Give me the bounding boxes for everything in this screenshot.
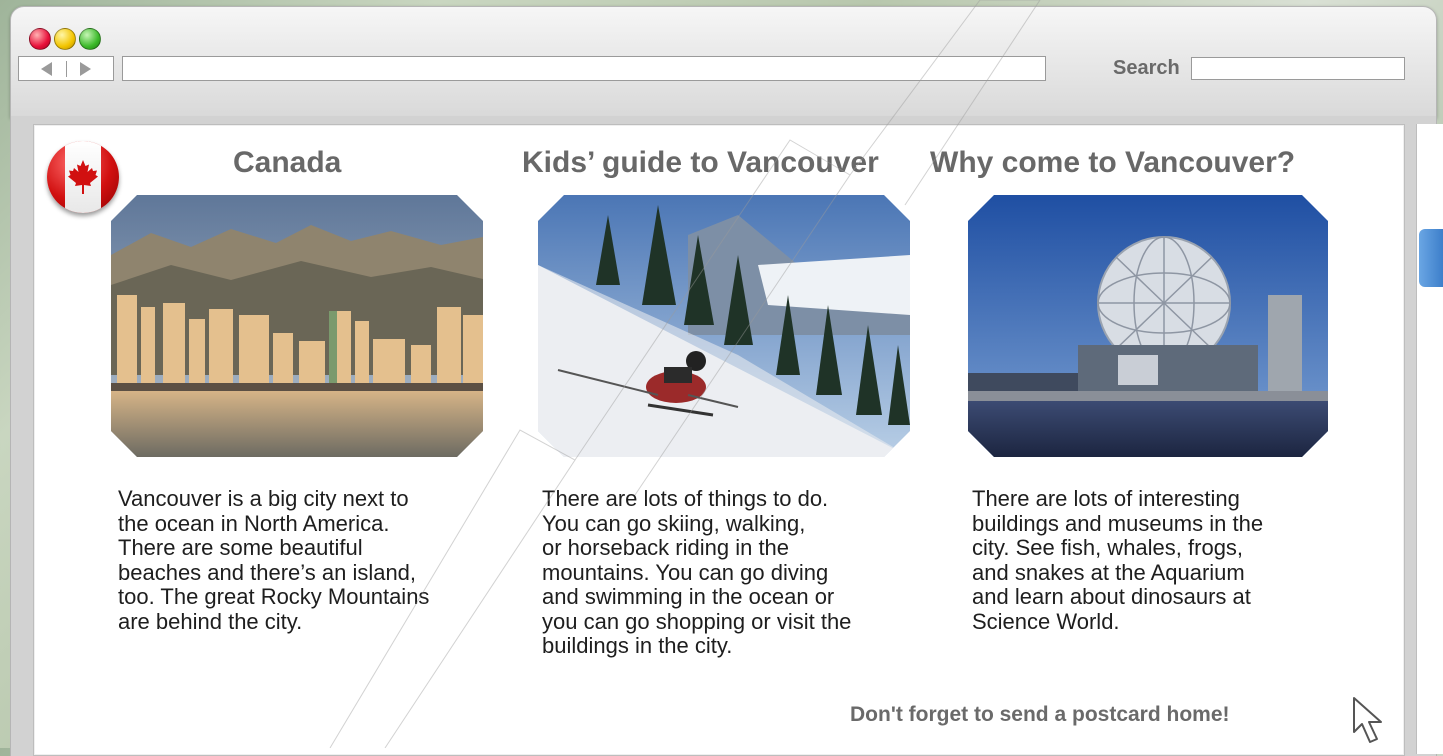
text-line: There are lots of things to do. (542, 486, 829, 511)
science-world-photo (968, 195, 1328, 457)
text-line: Science World. (972, 608, 1120, 634)
nav-divider (65, 60, 67, 77)
column-text-canada: Vancouver is a big city next to the ocea… (118, 486, 430, 634)
forward-arrow-icon (80, 61, 91, 76)
close-window-button[interactable] (29, 28, 51, 50)
column-text-kids-guide: There are lots of things to do. You can … (542, 486, 852, 659)
navigation-buttons (18, 56, 114, 81)
vertical-scrollbar[interactable] (1416, 124, 1443, 754)
mouse-pointer-icon (1353, 697, 1382, 743)
text-line: Vancouver is a big city next to (118, 486, 409, 511)
text-line: city. See fish, whales, frogs, (972, 535, 1244, 560)
search-input[interactable] (1191, 57, 1405, 80)
column-text-why-vancouver: There are lots of interesting buildings … (972, 486, 1264, 634)
text-line: and learn about dinosaurs at (972, 584, 1251, 609)
text-line: and swimming in the ocean or (542, 584, 835, 609)
text-line: you can go shopping or visit the (542, 608, 852, 634)
skier-photo (538, 195, 910, 457)
postcard-reminder: Don't forget to send a postcard home! (850, 703, 1230, 726)
canada-flag-icon (47, 141, 119, 213)
minimize-window-button[interactable] (54, 28, 76, 50)
text-line: buildings and museums in the (972, 510, 1264, 536)
maximize-window-button[interactable] (79, 28, 101, 50)
text-line: are behind the city. (118, 608, 303, 634)
text-line: and snakes at the Aquarium (972, 559, 1245, 585)
back-arrow-icon (41, 61, 52, 76)
text-line: the ocean in North America. (118, 510, 390, 536)
text-line: You can go skiing, walking, (542, 510, 806, 536)
column-title-canada: Canada (233, 146, 342, 179)
back-button[interactable] (34, 58, 60, 79)
text-line: buildings in the city. (542, 633, 733, 658)
text-line: mountains. You can go diving (542, 559, 829, 585)
column-title-why-vancouver: Why come to Vancouver? (930, 146, 1296, 179)
text-line: beaches and there’s an island, (118, 559, 417, 585)
address-bar[interactable] (122, 56, 1046, 81)
text-line: too. The great Rocky Mountains (118, 584, 430, 609)
scrollbar-thumb[interactable] (1419, 229, 1443, 287)
column-title-kids-guide: Kids’ guide to Vancouver (522, 146, 879, 179)
text-line: There are some beautiful (118, 535, 363, 560)
text-line: There are lots of interesting (972, 486, 1240, 511)
search-label: Search (1113, 57, 1180, 79)
text-line: or horseback riding in the (542, 535, 790, 560)
vancouver-skyline-photo (111, 195, 483, 457)
forward-button[interactable] (73, 58, 99, 79)
